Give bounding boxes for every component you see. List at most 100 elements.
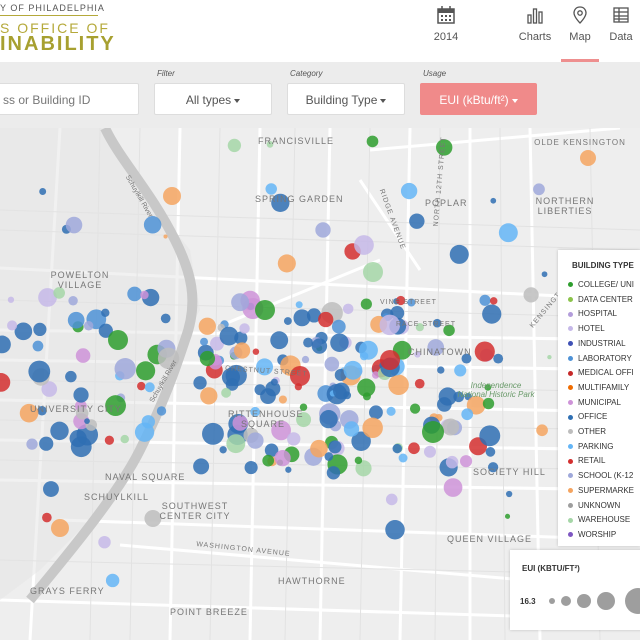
building-marker[interactable] [156,406,167,416]
building-marker[interactable] [137,381,146,391]
building-marker[interactable] [330,333,349,352]
building-marker[interactable] [454,364,467,377]
building-marker[interactable] [43,481,59,497]
building-marker[interactable] [490,197,497,204]
building-marker[interactable] [295,301,303,309]
building-marker[interactable] [533,183,545,196]
building-marker[interactable] [479,425,501,447]
building-marker[interactable] [580,150,596,166]
building-marker[interactable] [39,188,47,195]
building-marker[interactable] [523,287,539,303]
building-marker[interactable] [482,304,502,324]
building-marker[interactable] [536,424,548,437]
building-marker[interactable] [226,434,246,454]
building-marker[interactable] [319,410,338,429]
building-marker[interactable] [278,395,287,404]
building-marker[interactable] [293,309,311,327]
building-marker[interactable] [285,466,292,473]
category-dropdown[interactable]: Building Type [287,83,405,115]
building-marker[interactable] [333,382,350,400]
legend-item[interactable]: WORSHIP [568,530,616,539]
building-marker[interactable] [489,297,498,305]
building-marker[interactable] [326,466,341,480]
building-marker[interactable] [303,337,314,348]
building-marker[interactable] [366,135,379,148]
legend-item[interactable]: LABORATORY [568,354,632,363]
building-marker[interactable] [33,322,47,337]
building-marker[interactable] [422,421,444,443]
building-marker[interactable] [437,366,445,374]
search-input[interactable]: ss or Building ID [0,83,139,115]
building-marker[interactable] [14,322,33,341]
building-marker[interactable] [270,331,289,350]
legend-item[interactable]: PARKING [568,442,613,451]
building-marker[interactable] [449,244,469,264]
building-marker[interactable] [83,321,94,331]
building-marker[interactable] [163,187,181,205]
building-marker[interactable] [73,387,89,403]
building-marker[interactable] [386,406,396,416]
building-marker[interactable] [493,353,504,364]
building-marker[interactable] [98,535,111,549]
building-marker[interactable] [160,313,171,324]
building-marker[interactable] [315,222,331,238]
building-marker[interactable] [42,512,52,523]
building-marker[interactable] [541,271,548,278]
building-marker[interactable] [398,453,408,463]
building-marker[interactable] [423,445,436,458]
building-marker[interactable] [136,361,156,381]
building-marker[interactable] [247,432,264,449]
building-marker[interactable] [32,340,44,352]
building-marker[interactable] [265,183,277,195]
building-marker[interactable] [26,438,38,450]
building-marker[interactable] [460,455,473,468]
building-marker[interactable] [7,320,18,331]
legend-item[interactable]: MEDICAL OFFI [568,368,634,377]
building-marker[interactable] [408,442,420,455]
building-marker[interactable] [75,348,91,363]
legend-item[interactable]: WAREHOUSE [568,515,630,524]
building-marker[interactable] [385,493,398,506]
building-marker[interactable] [358,340,378,360]
building-marker[interactable] [506,490,513,498]
building-marker[interactable] [39,436,54,451]
building-marker[interactable] [277,254,296,273]
nav-map[interactable]: Map [561,0,599,62]
nav-year[interactable]: 2014 [418,0,474,62]
building-marker[interactable] [7,296,15,303]
building-marker[interactable] [163,234,168,239]
building-marker[interactable] [193,376,207,390]
building-marker[interactable] [318,311,334,328]
building-marker[interactable] [385,519,405,540]
building-marker[interactable] [140,290,149,300]
legend-item[interactable]: INDUSTRIAL [568,339,626,348]
building-marker[interactable] [354,235,374,255]
building-marker[interactable] [239,323,250,334]
building-marker[interactable] [343,360,363,380]
building-marker[interactable] [50,421,69,441]
building-marker[interactable] [363,262,383,282]
building-marker[interactable] [360,298,372,310]
building-marker[interactable] [354,456,363,465]
legend-item[interactable]: SUPERMARKE [568,486,634,495]
building-marker[interactable] [474,341,495,362]
building-marker[interactable] [461,408,474,421]
legend-item[interactable]: MULTIFAMILY [568,383,629,392]
legend-item[interactable]: COLLEGE/ UNI [568,280,634,289]
building-marker[interactable] [101,308,110,317]
building-marker[interactable] [324,356,340,372]
building-marker[interactable] [193,458,210,475]
legend-item[interactable]: RETAIL [568,456,605,465]
legend-item[interactable]: OTHER [568,427,606,436]
building-marker[interactable] [105,573,120,588]
building-marker[interactable] [198,317,216,335]
building-marker[interactable] [233,342,251,359]
building-marker[interactable] [443,478,463,497]
legend-item[interactable]: HOTEL [568,324,605,333]
building-marker[interactable] [400,182,418,200]
building-marker[interactable] [479,294,491,306]
building-marker[interactable] [442,418,460,436]
building-marker[interactable] [0,335,11,354]
building-marker[interactable] [392,443,402,454]
building-marker[interactable] [231,293,250,312]
